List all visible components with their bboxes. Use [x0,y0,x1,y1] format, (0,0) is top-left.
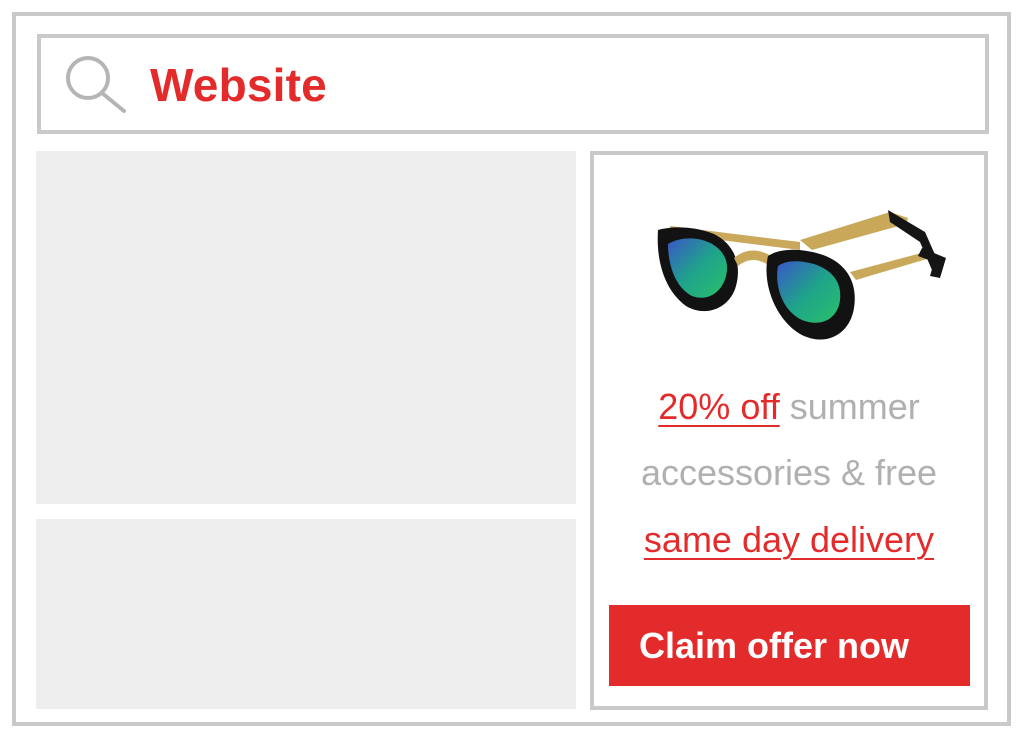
content-placeholder-top [36,151,576,504]
delivery-link[interactable]: same day delivery [644,519,934,560]
promo-line-1-text: summer [779,386,920,427]
sunglasses-image[interactable] [650,200,950,360]
claim-offer-button[interactable]: Claim offer now [609,605,970,686]
discount-link[interactable]: 20% off [658,386,779,427]
search-icon[interactable] [62,54,128,114]
site-title: Website [150,59,327,111]
promo-line-3: same day delivery [594,518,984,562]
content-placeholder-bottom [36,519,576,709]
promo-line-1: 20% off summer [594,385,984,429]
promo-line-2: accessories & free [640,452,938,493]
